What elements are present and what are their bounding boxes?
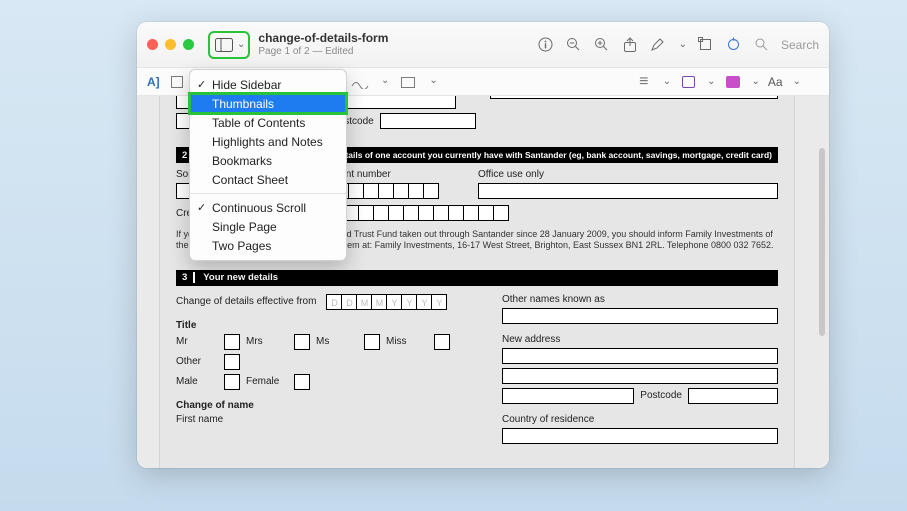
- checkbox-tool-icon[interactable]: [168, 74, 186, 90]
- menu-contact-sheet[interactable]: Contact Sheet: [190, 170, 346, 189]
- markup-icon[interactable]: [649, 36, 667, 54]
- menu-continuous-scroll[interactable]: Continuous Scroll: [190, 198, 346, 217]
- menu-single-page[interactable]: Single Page: [190, 217, 346, 236]
- window-controls: [147, 39, 194, 50]
- rotate-icon[interactable]: [725, 36, 743, 54]
- other-names-label: Other names known as: [502, 294, 778, 305]
- effective-from-label: Change of details effective from: [176, 296, 316, 307]
- chevron-down-icon[interactable]: ⌄: [752, 76, 760, 87]
- document-subtitle: Page 1 of 2 — Edited: [258, 46, 388, 57]
- chevron-down-icon[interactable]: ⌄: [381, 75, 389, 91]
- ms-checkbox[interactable]: [364, 334, 380, 350]
- menu-separator: [190, 193, 346, 194]
- mrs-checkbox[interactable]: [294, 334, 310, 350]
- chevron-down-icon[interactable]: ⌄: [707, 76, 715, 87]
- miss-checkbox[interactable]: [434, 334, 450, 350]
- minimize-window-button[interactable]: [165, 39, 176, 50]
- postcode-label-2: Postcode: [640, 390, 682, 401]
- section-3-header: 3 Your new details: [176, 270, 778, 286]
- search-field[interactable]: Search: [781, 38, 819, 52]
- chevron-down-icon[interactable]: ⌄: [429, 75, 437, 91]
- share-icon[interactable]: [621, 36, 639, 54]
- fullscreen-window-button[interactable]: [183, 39, 194, 50]
- change-of-name-header: Change of name: [176, 400, 476, 411]
- thickness-tool-icon[interactable]: ≡: [635, 74, 653, 90]
- other-checkbox[interactable]: [224, 354, 240, 370]
- office-use-label: Office use only: [478, 169, 778, 180]
- info-icon[interactable]: [537, 36, 555, 54]
- menu-bookmarks[interactable]: Bookmarks: [190, 151, 346, 170]
- mr-checkbox[interactable]: [224, 334, 240, 350]
- app-window: ⌄ change-of-details-form Page 1 of 2 — E…: [137, 22, 829, 468]
- shape-tool-icon[interactable]: [399, 75, 417, 91]
- chevron-down-icon[interactable]: ⌄: [663, 76, 671, 87]
- country-label: Country of residence: [502, 414, 778, 425]
- zoom-in-icon[interactable]: [593, 36, 611, 54]
- sidebar-icon: [215, 38, 233, 52]
- chevron-down-icon[interactable]: ⌄: [793, 76, 801, 87]
- color-swatch-2[interactable]: [724, 74, 742, 90]
- menu-highlights-notes[interactable]: Highlights and Notes: [190, 132, 346, 151]
- vertical-scrollbar[interactable]: [819, 148, 825, 336]
- text-tool-icon[interactable]: A]: [147, 75, 160, 89]
- menu-table-of-contents[interactable]: Table of Contents: [190, 113, 346, 132]
- title-header: Title: [176, 320, 476, 331]
- new-address-label: New address: [502, 334, 778, 345]
- color-swatch-1[interactable]: [679, 74, 697, 90]
- chevron-down-icon[interactable]: ⌄: [237, 39, 245, 50]
- zoom-out-icon[interactable]: [565, 36, 583, 54]
- font-tool[interactable]: Aa: [768, 75, 783, 89]
- menu-two-pages[interactable]: Two Pages: [190, 236, 346, 255]
- titlebar: ⌄ change-of-details-form Page 1 of 2 — E…: [137, 22, 829, 68]
- menu-hide-sidebar[interactable]: Hide Sidebar: [190, 75, 346, 94]
- document-title: change-of-details-form: [258, 32, 388, 45]
- title-stack: change-of-details-form Page 1 of 2 — Edi…: [258, 32, 388, 56]
- first-name-label: First name: [176, 414, 476, 425]
- signature-tool-icon[interactable]: [351, 75, 369, 91]
- male-checkbox[interactable]: [224, 374, 240, 390]
- view-dropdown-menu: Hide Sidebar Thumbnails Table of Content…: [189, 69, 347, 261]
- menu-thumbnails[interactable]: Thumbnails: [190, 94, 346, 113]
- search-icon[interactable]: [753, 36, 771, 54]
- close-window-button[interactable]: [147, 39, 158, 50]
- chevron-down-icon[interactable]: ⌄: [679, 39, 687, 50]
- sidebar-toggle-highlight: ⌄: [208, 31, 250, 59]
- crop-icon[interactable]: [697, 36, 715, 54]
- sidebar-toggle-button[interactable]: [213, 35, 235, 55]
- female-checkbox[interactable]: [294, 374, 310, 390]
